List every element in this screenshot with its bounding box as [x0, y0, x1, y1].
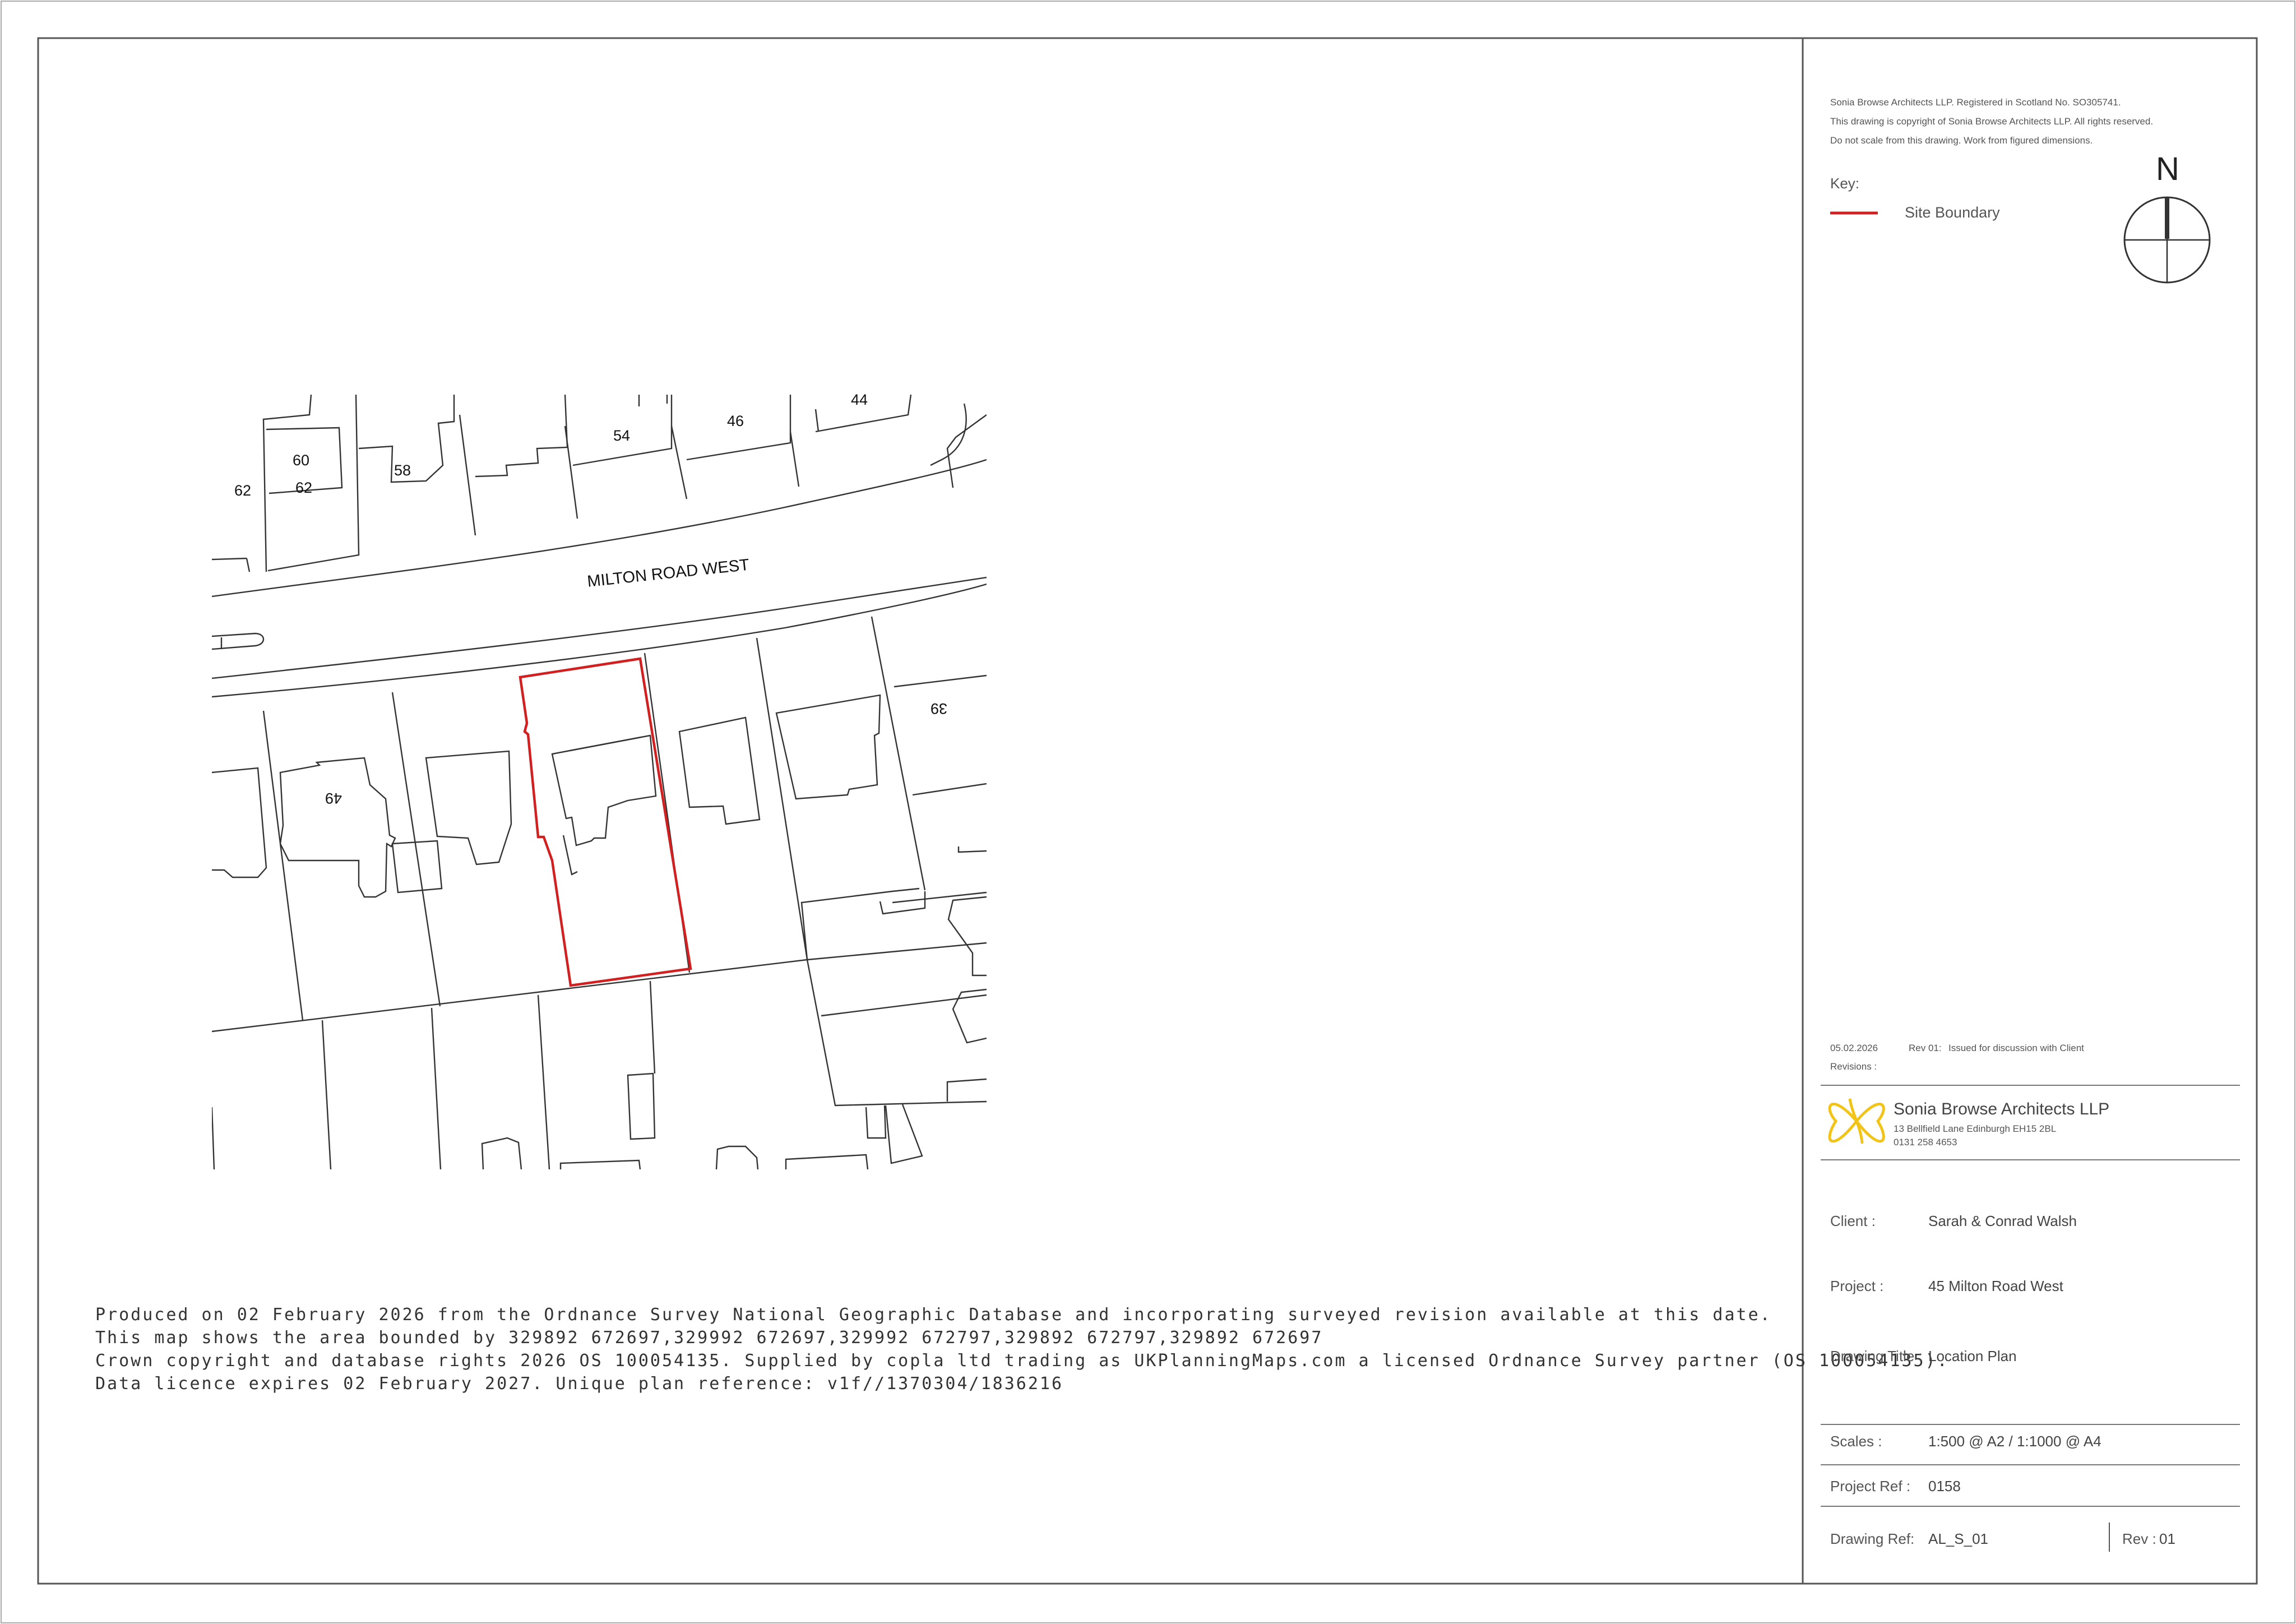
rev-divider	[2109, 1523, 2110, 1552]
house-number-label: 44	[851, 391, 868, 408]
copyright-note: Do not scale from this drawing. Work fro…	[1830, 135, 2093, 146]
project-ref-label: Project Ref :	[1830, 1478, 1911, 1495]
drawing-title-label: Drawing Title :	[1830, 1348, 1923, 1364]
revision-number: Rev 01:	[1909, 1043, 1942, 1053]
os-notice-line: Produced on 02 February 2026 from the Or…	[95, 1305, 1772, 1325]
practice-phone: 0131 258 4653	[1894, 1137, 1957, 1148]
client-label: Client :	[1830, 1213, 1876, 1229]
house-number-label: 54	[613, 427, 631, 444]
os-notice-line: This map shows the area bounded by 32989…	[95, 1328, 1323, 1348]
house-number-label: 58	[394, 462, 411, 479]
key-title: Key:	[1830, 175, 1860, 192]
drawing-ref-value: AL_S_01	[1928, 1530, 1988, 1547]
project-label: Project :	[1830, 1278, 1884, 1294]
title-block-rule	[1821, 1424, 2240, 1425]
copyright-note: Sonia Browse Architects LLP. Registered …	[1830, 97, 2121, 108]
practice-address: 13 Bellfield Lane Edinburgh EH15 2BL	[1894, 1123, 2057, 1134]
copyright-note: This drawing is copyright of Sonia Brows…	[1830, 116, 2154, 127]
revisions-label: Revisions :	[1830, 1061, 1877, 1072]
rev-label: Rev :	[2122, 1530, 2156, 1547]
client-value: Sarah & Conrad Walsh	[1928, 1213, 2077, 1229]
north-label: N	[2156, 151, 2179, 187]
house-number-label: 62	[295, 479, 313, 496]
scales-value: 1:500 @ A2 / 1:1000 @ A4	[1928, 1433, 2101, 1450]
revision-description: Issued for discussion with Client	[1948, 1043, 2084, 1053]
practice-name: Sonia Browse Architects LLP	[1894, 1100, 2110, 1118]
drawing-title-value: Location Plan	[1928, 1348, 2017, 1364]
rev-value: 01	[2159, 1530, 2175, 1547]
house-number-label: 46	[727, 413, 744, 429]
title-block-rule	[1821, 1506, 2240, 1507]
site-boundary-outline	[519, 657, 692, 987]
practice-logo-icon	[1828, 1098, 1885, 1144]
os-notice-line: Data licence expires 02 February 2027. U…	[95, 1374, 1064, 1394]
title-block-rule	[1821, 1464, 2240, 1465]
os-notice-line: Crown copyright and database rights 2026…	[95, 1351, 1949, 1371]
drawing-ref-label: Drawing Ref:	[1830, 1530, 1915, 1547]
scales-label: Scales :	[1830, 1433, 1882, 1450]
title-block-rule	[1821, 1085, 2240, 1086]
drawing-sheet: MILTON ROAD WEST 44 46 54 58 60 62 62 39…	[0, 0, 2296, 1624]
north-arrow	[2123, 196, 2211, 284]
project-ref-value: 0158	[1928, 1478, 1961, 1495]
title-block-rule	[1821, 1159, 2240, 1160]
project-value: 45 Milton Road West	[1928, 1278, 2063, 1294]
house-number-label: 62	[234, 482, 252, 499]
house-number-label: 49	[325, 790, 342, 807]
location-map	[212, 395, 987, 1169]
key-site-boundary-label: Site Boundary	[1905, 204, 2000, 221]
house-number-label: 60	[293, 452, 310, 469]
house-number-label: 39	[931, 700, 948, 717]
revision-date: 05.02.2026	[1830, 1043, 1878, 1053]
